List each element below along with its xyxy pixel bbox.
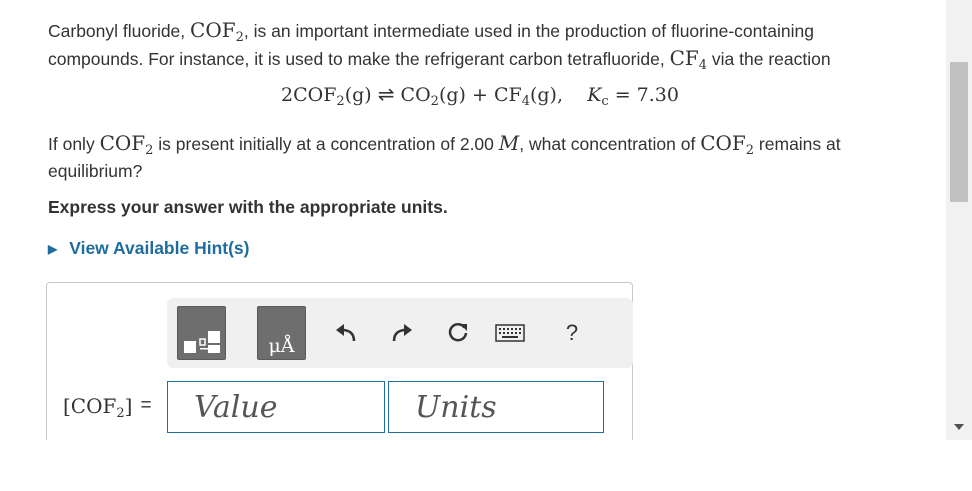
intro-paragraph: Carbonyl fluoride, COF2, is an important… (48, 18, 831, 74)
scroll-up-arrow-icon[interactable] (946, 0, 972, 18)
k-value: = 7.30 (614, 84, 679, 106)
intro-text: via the reaction (707, 49, 831, 69)
equals-sign: = (140, 395, 152, 416)
formula-cf4: CF4 (669, 46, 708, 73)
undo-icon (336, 324, 356, 342)
triangle-right-icon: ▶ (48, 241, 58, 256)
k-symbol: K (587, 84, 602, 106)
redo-button[interactable] (387, 318, 417, 348)
problem-content: Carbonyl fluoride, COF2, is an important… (0, 0, 946, 440)
templates-icon (184, 331, 220, 353)
keyboard-button[interactable] (495, 318, 525, 348)
units-button[interactable]: μÅ (257, 306, 306, 360)
hint-label: View Available Hint(s) (69, 238, 250, 258)
redo-icon (392, 324, 412, 342)
view-hints-link[interactable]: ▶ View Available Hint(s) (48, 238, 249, 259)
reset-button[interactable] (443, 318, 473, 348)
keyboard-icon (495, 324, 525, 342)
undo-button[interactable] (331, 318, 361, 348)
answer-label-formula: [COF2] (63, 394, 133, 421)
formula-cof2: COF2 (700, 131, 755, 158)
vertical-scrollbar[interactable] (946, 0, 972, 440)
scroll-down-arrow-icon[interactable] (946, 418, 972, 436)
help-button[interactable]: ? (557, 318, 587, 348)
help-icon: ? (565, 320, 579, 345)
units-icon: μÅ (268, 335, 295, 357)
formula-cof2: COF2 (190, 18, 244, 45)
intro-text: Carbonyl fluoride, (48, 21, 191, 41)
answer-box: μÅ ? [COF2] = Value Units (46, 282, 633, 440)
scrollbar-thumb[interactable] (950, 62, 968, 202)
templates-button[interactable] (177, 306, 226, 360)
value-input[interactable] (167, 381, 385, 433)
intro-text: , is an important intermediate used in t… (243, 21, 814, 41)
prompt-paragraph: If only COF2 is present initially at a c… (48, 131, 841, 181)
reset-icon (448, 322, 468, 342)
reaction-equation: 2COF2(g) ⇌ CO2(g) + CF4(g), Kc = 7.30 (281, 82, 679, 109)
answer-label: [COF2] = (63, 386, 152, 426)
instruction-text: Express your answer with the appropriate… (48, 197, 448, 217)
math-toolbar: μÅ ? (167, 298, 633, 368)
equilibrium-arrow-icon: ⇌ (377, 82, 395, 106)
molarity-unit: M (498, 131, 520, 155)
intro-text: compounds. For instance, it is used to m… (48, 49, 670, 69)
formula-cof2: COF2 (99, 131, 154, 158)
units-input[interactable] (388, 381, 604, 433)
